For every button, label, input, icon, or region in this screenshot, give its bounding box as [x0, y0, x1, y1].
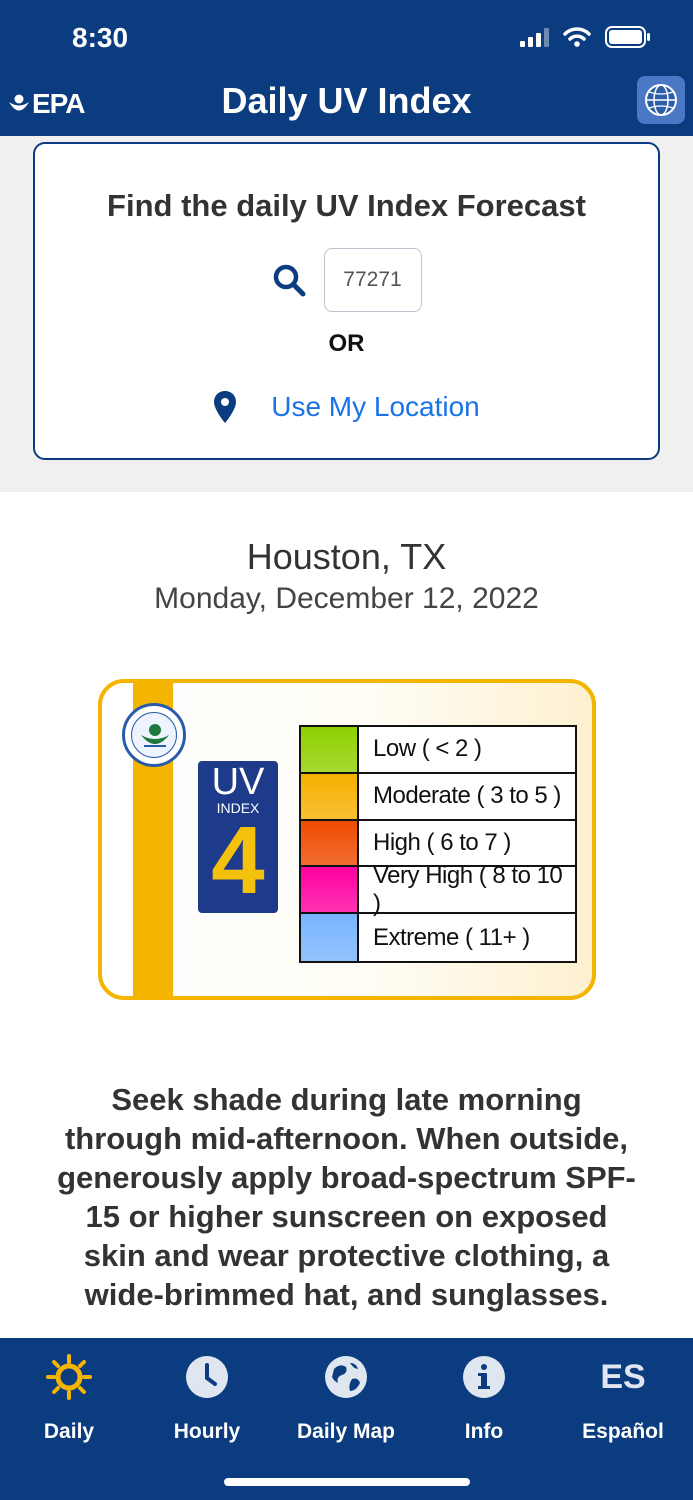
zip-code-input[interactable]	[323, 248, 422, 312]
status-time: 8:30	[72, 22, 129, 53]
battery-icon	[605, 26, 650, 48]
uv-index-card: UV INDEX 4 Low ( < 2 ) Moderate ( 3 to 5…	[98, 679, 596, 1000]
uv-scale-label: Low ( < 2 )	[373, 735, 482, 763]
tab-info[interactable]: Info	[415, 1354, 553, 1444]
or-label: OR	[328, 330, 365, 357]
uv-scale-label: High ( 6 to 7 )	[373, 828, 511, 856]
uv-scale-swatch	[301, 914, 359, 961]
signal-icon	[520, 27, 549, 47]
uv-scale-legend: Low ( < 2 ) Moderate ( 3 to 5 ) High ( 6…	[299, 725, 577, 963]
app-title: Daily UV Index	[221, 80, 472, 121]
tab-label: Info	[464, 1420, 504, 1443]
location-pin-icon	[214, 391, 237, 423]
search-area: Find the daily UV Index Forecast OR Use …	[0, 136, 693, 492]
status-bar: 8:30	[0, 0, 693, 72]
tab-espanol[interactable]: ES Español	[554, 1354, 692, 1444]
city-name: Houston, TX	[246, 536, 447, 577]
uv-index-value: 4	[211, 807, 265, 914]
uv-scale-swatch	[301, 820, 359, 866]
wifi-icon	[563, 27, 591, 47]
tab-hourly[interactable]: Hourly	[138, 1354, 276, 1444]
es-icon: ES	[600, 1357, 646, 1396]
forecast-date: Monday, December 12, 2022	[154, 582, 539, 615]
uv-scale-row-moderate: Moderate ( 3 to 5 )	[301, 773, 575, 821]
uv-advice-text: Seek shade during late morning through m…	[57, 1082, 636, 1312]
search-icon[interactable]	[272, 263, 306, 297]
uv-scale-row-extreme: Extreme ( 11+ )	[301, 914, 575, 961]
use-location-button[interactable]: Use My Location	[35, 390, 658, 424]
globe-icon	[325, 1356, 367, 1398]
sun-icon	[46, 1354, 92, 1400]
tab-label: Español	[582, 1420, 664, 1443]
uv-index-badge: UV INDEX 4	[198, 761, 278, 913]
app-header: EPA Daily UV Index	[0, 72, 693, 136]
uv-scale-row-low: Low ( < 2 )	[301, 727, 575, 774]
uv-scale-label: Moderate ( 3 to 5 )	[373, 782, 561, 810]
tab-label: Daily Map	[296, 1420, 396, 1443]
uv-scale-label: Very High ( 8 to 10 )	[373, 861, 563, 917]
uv-scale-row-high: High ( 6 to 7 )	[301, 820, 575, 868]
epa-seal-icon	[122, 703, 186, 767]
search-heading: Find the daily UV Index Forecast	[107, 188, 586, 223]
uv-scale-row-very-high: Very High ( 8 to 10 )	[301, 861, 575, 917]
uv-scale-swatch	[301, 773, 359, 819]
tab-daily-map[interactable]: Daily Map	[277, 1354, 415, 1444]
uv-label: UV	[211, 761, 265, 803]
search-card: Find the daily UV Index Forecast OR Use …	[33, 142, 660, 460]
uv-scale-label: Extreme ( 11+ )	[373, 923, 530, 951]
uv-scale-swatch	[301, 867, 359, 913]
status-icons	[520, 26, 651, 48]
info-icon	[463, 1356, 505, 1398]
search-row	[35, 248, 658, 312]
globe-icon	[645, 84, 677, 116]
use-location-link[interactable]: Use My Location	[271, 391, 480, 423]
home-indicator	[224, 1478, 470, 1486]
tab-label: Daily	[43, 1420, 95, 1443]
tab-daily[interactable]: Daily	[0, 1354, 138, 1444]
clock-icon	[186, 1356, 228, 1398]
tab-bar: Daily Hourly Daily Map Info ES Español	[0, 1338, 693, 1500]
tab-label: Hourly	[173, 1420, 241, 1443]
location-block: Houston, TX Monday, December 12, 2022	[0, 536, 693, 616]
globe-button[interactable]	[637, 76, 685, 124]
uv-scale-swatch	[301, 727, 359, 772]
